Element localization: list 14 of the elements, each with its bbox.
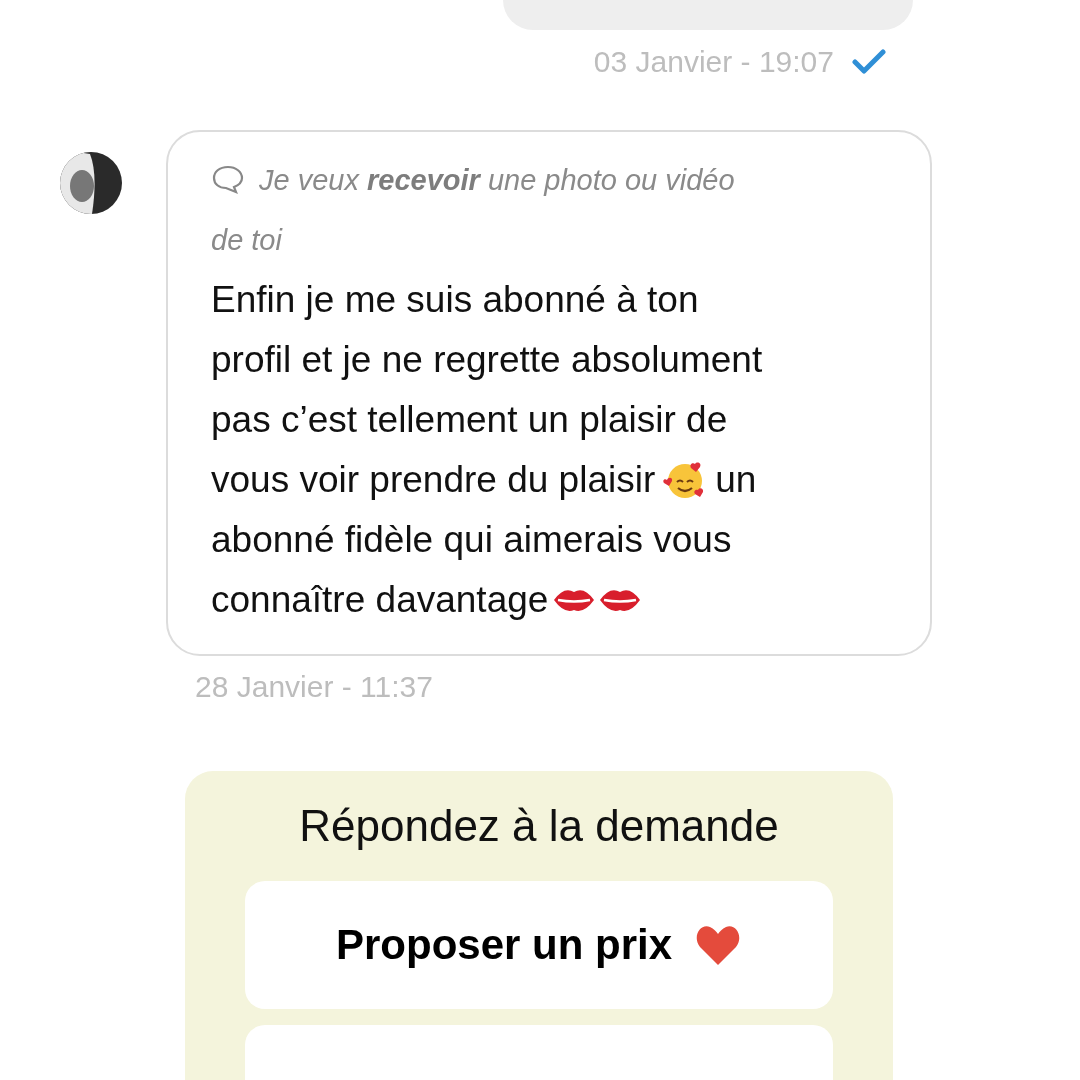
message-timestamp: 28 Janvier - 11:37 — [195, 670, 434, 704]
message-timestamp: 03 Janvier - 19:07 — [593, 45, 834, 79]
message-text: profil et je ne regrette absolument — [211, 338, 763, 382]
panel-title: Répondez à la demande — [298, 801, 780, 851]
message-text: vous voir prendre du plaisir — [211, 458, 656, 502]
propose-price-button[interactable]: Proposer un prix — [245, 881, 833, 1009]
request-text: de toi — [211, 224, 282, 256]
message-text: pas c’est tellement un plaisir de — [211, 398, 728, 442]
message-text: connaître davantage — [211, 578, 549, 622]
message-text: abonné fidèle qui aimerais vous — [211, 518, 732, 562]
message-text: Enfin je me suis abonné à ton — [211, 278, 699, 322]
message-text: un — [715, 458, 757, 502]
request-text: Je veux recevoir une photo ou vidéo — [259, 164, 735, 196]
speech-bubble-icon — [211, 164, 245, 194]
